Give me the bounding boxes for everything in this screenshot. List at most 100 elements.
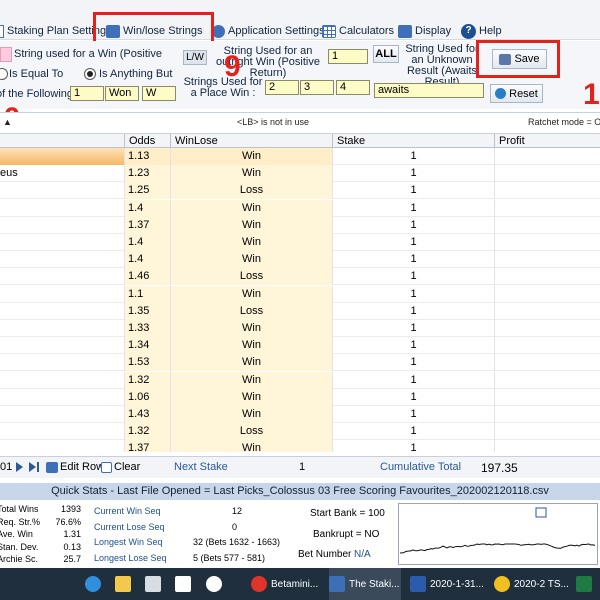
header-winlose[interactable]: WinLose xyxy=(170,134,332,148)
bets-grid[interactable]: Odds WinLose Stake Profit 1.13 Win 1 eus 1.2… xyxy=(0,134,600,452)
file-explorer-taskbar-button[interactable] xyxy=(114,568,136,600)
stake-cell[interactable]: 1 xyxy=(332,406,494,423)
stake-cell[interactable]: 1 xyxy=(332,440,494,452)
bet-name-cell[interactable] xyxy=(0,148,124,165)
profit-cell[interactable] xyxy=(494,199,600,217)
profit-cell[interactable] xyxy=(494,406,600,423)
mail-taskbar-button[interactable] xyxy=(144,568,166,600)
bet-name-cell[interactable] xyxy=(0,337,124,354)
stake-cell[interactable]: 1 xyxy=(332,251,494,269)
odds-cell[interactable]: 1.32 xyxy=(124,371,170,389)
table-row[interactable]: eus 1.23 Win 1 xyxy=(0,165,600,183)
reset-button[interactable]: Reset xyxy=(490,84,543,103)
winlose-cell[interactable]: Win xyxy=(170,165,332,183)
bet-name-cell[interactable] xyxy=(0,389,124,406)
odds-cell[interactable]: 1.46 xyxy=(124,268,170,286)
odds-cell[interactable]: 1.35 xyxy=(124,302,170,320)
bet-name-cell[interactable] xyxy=(0,268,124,285)
stake-cell[interactable]: 1 xyxy=(332,268,494,286)
calculators-button[interactable]: Calculators xyxy=(322,22,394,40)
odds-cell[interactable]: 1.4 xyxy=(124,234,170,251)
stake-cell[interactable]: 1 xyxy=(332,234,494,251)
winlose-cell[interactable]: Loss xyxy=(170,268,332,286)
table-row[interactable]: 1.46 Loss 1 xyxy=(0,268,600,286)
profit-cell[interactable] xyxy=(494,371,600,389)
table-row[interactable]: 1.53 Win 1 xyxy=(0,354,600,372)
winlose-cell[interactable]: Win xyxy=(170,354,332,372)
header-odds[interactable]: Odds xyxy=(124,134,170,148)
odds-cell[interactable]: 1.13 xyxy=(124,148,170,165)
table-row[interactable]: 1.4 Win 1 xyxy=(0,199,600,217)
bet-name-cell[interactable]: eus xyxy=(0,165,124,182)
table-row[interactable]: 1.32 Win 1 xyxy=(0,371,600,389)
table-row[interactable]: 1.1 Win 1 xyxy=(0,285,600,303)
bet-name-cell[interactable] xyxy=(0,423,124,440)
application-settings-button[interactable]: Application Settings xyxy=(212,22,325,40)
table-row[interactable]: 1.32 Loss 1 xyxy=(0,423,600,441)
winlose-cell[interactable]: Win xyxy=(170,406,332,423)
next-row-icon[interactable] xyxy=(16,462,23,472)
stake-cell[interactable]: 1 xyxy=(332,165,494,183)
is-anything-but-radio[interactable] xyxy=(84,68,96,80)
is-equal-to-radio[interactable] xyxy=(0,68,8,80)
winlose-cell[interactable]: Win xyxy=(170,234,332,251)
odds-cell[interactable]: 1.06 xyxy=(124,388,170,406)
profit-cell[interactable] xyxy=(494,268,600,286)
clear-button[interactable]: Clear xyxy=(114,461,140,473)
edge-taskbar-button[interactable] xyxy=(84,568,106,600)
winlose-cell[interactable]: Win xyxy=(170,199,332,217)
winlose-cell[interactable]: Win xyxy=(170,251,332,269)
table-row[interactable]: 1.13 Win 1 xyxy=(0,148,600,165)
edit-row-button[interactable]: Edit Row xyxy=(60,461,104,473)
bet-name-cell[interactable] xyxy=(0,320,124,337)
odds-cell[interactable]: 1.4 xyxy=(124,199,170,217)
help-button[interactable]: ? Help xyxy=(461,22,502,40)
winlose-cell[interactable]: Win xyxy=(170,440,332,452)
bet-name-cell[interactable] xyxy=(0,234,124,251)
odds-cell[interactable]: 1.4 xyxy=(124,251,170,269)
table-row[interactable]: 1.35 Loss 1 xyxy=(0,302,600,320)
expand-icon[interactable] xyxy=(535,507,547,518)
odds-cell[interactable]: 1.32 xyxy=(124,423,170,441)
bet-name-cell[interactable] xyxy=(0,406,124,423)
bet-name-cell[interactable] xyxy=(0,182,124,199)
stake-cell[interactable]: 1 xyxy=(332,199,494,217)
header-profit[interactable]: Profit xyxy=(494,134,600,148)
winlose-cell[interactable]: Win xyxy=(170,148,332,165)
staking-app-taskbar-button[interactable]: The Staki... xyxy=(329,568,401,600)
profit-cell[interactable] xyxy=(494,182,600,200)
table-row[interactable]: 1.4 Win 1 xyxy=(0,234,600,251)
bet-name-cell[interactable] xyxy=(0,303,124,320)
stake-cell[interactable]: 1 xyxy=(332,285,494,303)
profit-cell[interactable] xyxy=(494,165,600,183)
winlose-cell[interactable]: Loss xyxy=(170,423,332,441)
stake-cell[interactable]: 1 xyxy=(332,320,494,337)
profit-cell[interactable] xyxy=(494,337,600,355)
unknown-result-input[interactable]: awaits xyxy=(374,83,484,98)
odds-cell[interactable]: 1.25 xyxy=(124,182,170,200)
stake-cell[interactable]: 1 xyxy=(332,302,494,320)
profit-cell[interactable] xyxy=(494,423,600,441)
table-row[interactable]: 1.43 Win 1 xyxy=(0,406,600,423)
odds-cell[interactable]: 1.1 xyxy=(124,285,170,303)
bet-name-cell[interactable] xyxy=(0,251,124,268)
profit-cell[interactable] xyxy=(494,285,600,303)
bet-name-cell[interactable] xyxy=(0,286,124,303)
all-button[interactable]: ALL xyxy=(373,45,399,63)
profit-cell[interactable] xyxy=(494,440,600,452)
winlose-cell[interactable]: Win xyxy=(170,388,332,406)
outright-win-input[interactable]: 1 xyxy=(328,49,368,64)
ts-taskbar-button[interactable]: 2020-2 TS... xyxy=(494,568,568,600)
excel-taskbar-button[interactable] xyxy=(576,568,600,600)
table-row[interactable]: 1.06 Win 1 xyxy=(0,388,600,406)
table-row[interactable]: 1.4 Win 1 xyxy=(0,251,600,269)
stake-cell[interactable]: 1 xyxy=(332,182,494,200)
stake-cell[interactable]: 1 xyxy=(332,354,494,372)
table-row[interactable]: 1.33 Win 1 xyxy=(0,320,600,337)
lw-toggle[interactable]: L/W xyxy=(183,50,207,65)
bet-name-cell[interactable] xyxy=(0,217,124,234)
table-row[interactable]: 1.25 Loss 1 xyxy=(0,182,600,200)
profit-cell[interactable] xyxy=(494,302,600,320)
stake-cell[interactable]: 1 xyxy=(332,337,494,355)
bet-name-cell[interactable] xyxy=(0,200,124,217)
